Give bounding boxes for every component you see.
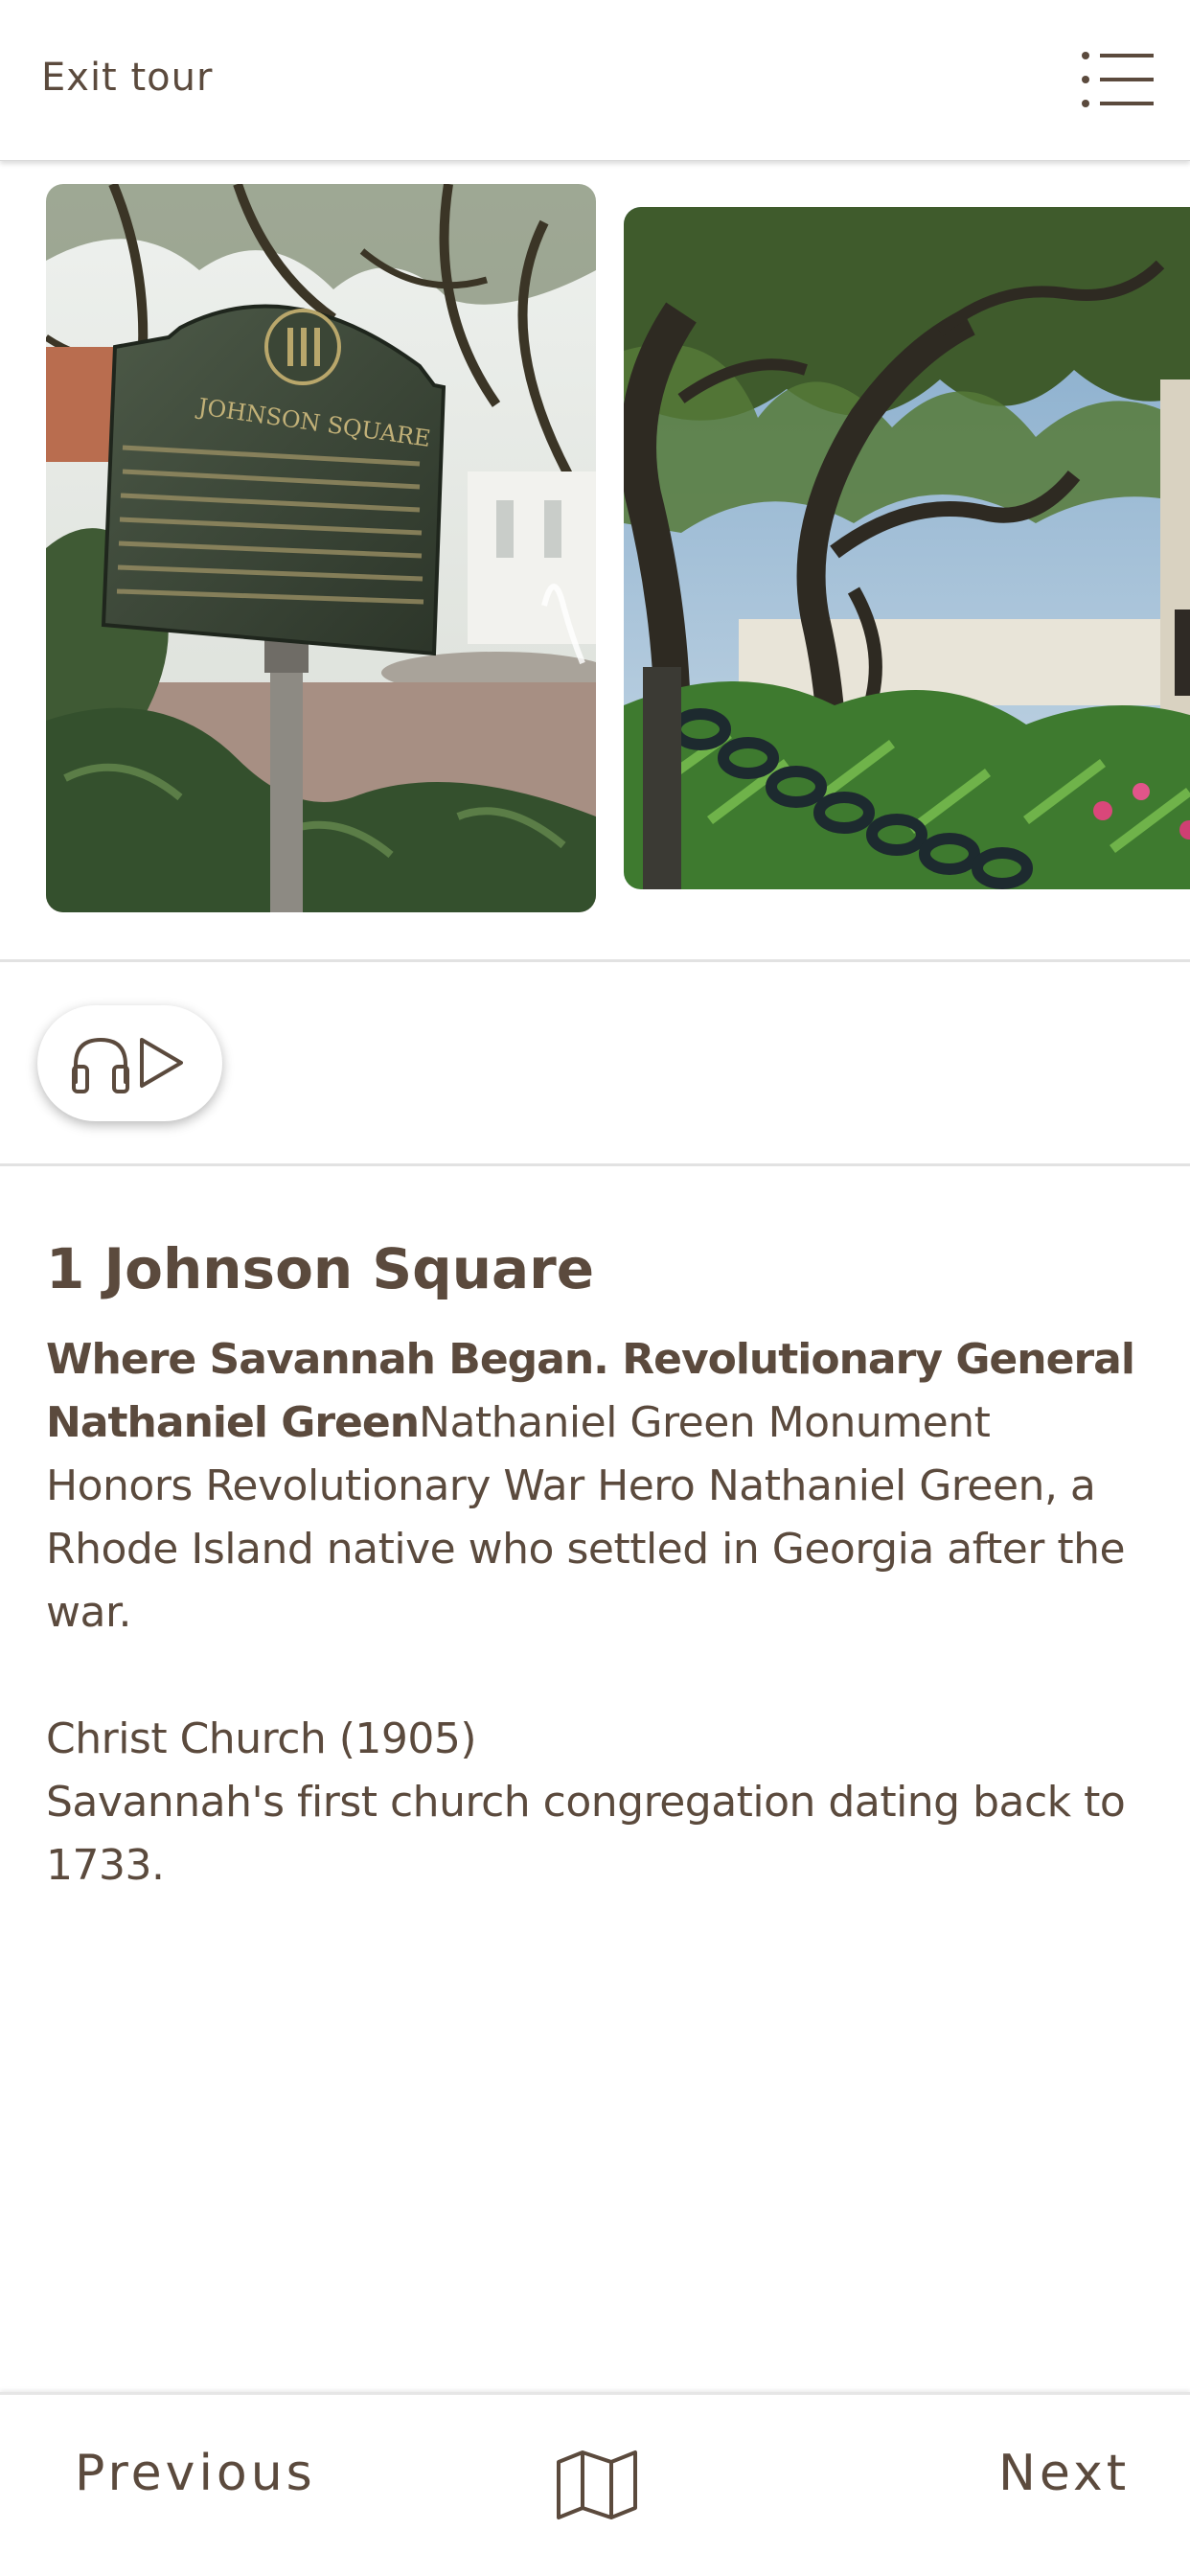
stop-title: 1 Johnson Square xyxy=(46,1236,595,1301)
oak-trees-square-photo[interactable] xyxy=(624,207,1190,889)
headphones-icon xyxy=(72,1037,129,1093)
photo-carousel[interactable]: JOHNSON SQUARE xyxy=(0,161,1190,960)
previous-button[interactable]: Previous xyxy=(75,2445,316,2502)
next-button[interactable]: Next xyxy=(998,2445,1130,2502)
section-divider xyxy=(0,959,1190,962)
stop-description-line: Nathaniel Green Monument xyxy=(419,1398,991,1447)
stop-description-line: Christ Church (1905) xyxy=(46,1714,477,1763)
exit-tour-button[interactable]: Exit tour xyxy=(41,56,213,100)
stop-description: Where Savannah Began. Revolutionary Gene… xyxy=(46,1328,1148,1898)
play-icon xyxy=(140,1038,183,1088)
bottom-navigation: Previous Next xyxy=(0,2392,1190,2576)
section-divider xyxy=(0,1163,1190,1166)
stop-description-line: Honors Revolutionary War Hero Nathaniel … xyxy=(46,1461,1126,1637)
audio-play-button[interactable] xyxy=(37,1005,222,1121)
map-icon[interactable] xyxy=(554,2449,640,2521)
stop-details: 1 Johnson Square Where Savannah Began. R… xyxy=(46,1229,1148,1898)
top-bar: Exit tour xyxy=(0,0,1190,161)
list-menu-icon[interactable] xyxy=(1081,50,1156,109)
stop-description-line: Savannah's first church congregation dat… xyxy=(46,1778,1126,1890)
johnson-square-historical-marker-photo[interactable]: JOHNSON SQUARE xyxy=(46,184,596,912)
